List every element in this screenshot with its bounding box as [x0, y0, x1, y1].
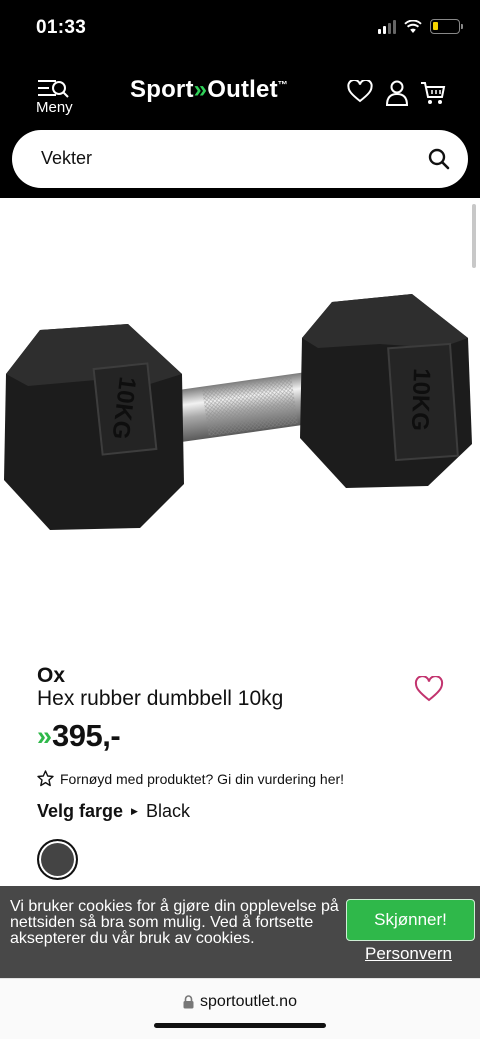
- wifi-icon: [404, 19, 422, 33]
- lock-icon: [183, 995, 194, 1009]
- dumbbell-right-head: 10KG: [300, 294, 472, 488]
- search-input[interactable]: Vekter: [41, 148, 92, 169]
- battery-level: [433, 22, 438, 30]
- site-header: Meny Sport»Outlet™ Vekter: [0, 62, 480, 198]
- search-icon[interactable]: [428, 148, 450, 170]
- user-icon[interactable]: [385, 80, 409, 106]
- logo-arrows: »: [193, 76, 208, 103]
- home-indicator[interactable]: [154, 1023, 326, 1028]
- menu-icon: [38, 80, 69, 98]
- status-icons: [378, 19, 463, 34]
- right-plate-text: 10KG: [406, 368, 435, 432]
- cookie-accept-button[interactable]: Skjønner!: [346, 899, 475, 941]
- color-label: Velg farge: [37, 801, 124, 821]
- menu-button[interactable]: Meny: [36, 78, 84, 118]
- scrollbar[interactable]: [472, 204, 476, 268]
- price-row: » 395,-: [37, 718, 121, 754]
- privacy-link[interactable]: Personvern: [365, 944, 452, 964]
- product-price: 395,-: [52, 718, 121, 753]
- status-time: 01:33: [36, 17, 87, 38]
- cart-icon[interactable]: [420, 80, 446, 106]
- product-title: Hex rubber dumbbell 10kg: [37, 687, 284, 710]
- product-image[interactable]: 10KG 10KG: [0, 198, 480, 658]
- dumbbell-left-head: 10KG: [4, 324, 184, 530]
- status-bar: 01:33: [0, 0, 480, 62]
- review-prompt: Fornøyd med produktet? Gi din vurdering …: [60, 770, 345, 787]
- color-swatch-black[interactable]: [37, 839, 78, 880]
- heart-icon[interactable]: [347, 80, 373, 104]
- cookie-message: Vi bruker cookies for å gjøre din opplev…: [10, 898, 339, 947]
- menu-label: Meny: [36, 99, 73, 116]
- signal-icon: [378, 19, 396, 34]
- product-brand[interactable]: Ox: [37, 664, 65, 688]
- color-value: Black: [145, 801, 190, 821]
- site-logo[interactable]: Sport»Outlet™: [130, 76, 288, 104]
- price-arrows: »: [37, 720, 52, 751]
- browser-url-bar[interactable]: sportoutlet.no: [0, 978, 480, 1039]
- url-text: sportoutlet.no: [200, 993, 297, 1010]
- wishlist-heart-icon[interactable]: [414, 676, 444, 703]
- battery-icon: [430, 19, 463, 34]
- logo-trademark: ™: [277, 80, 288, 91]
- logo-word-outlet: Outlet: [207, 76, 278, 103]
- star-icon: [37, 770, 54, 787]
- search-bar[interactable]: Vekter: [12, 130, 468, 188]
- review-link[interactable]: Fornøyd med produktet? Gi din vurdering …: [37, 770, 344, 787]
- color-selector[interactable]: Velg farge ▶ Black: [37, 801, 190, 822]
- caret-right-icon: ▶: [131, 806, 138, 816]
- logo-word-sport: Sport: [130, 76, 194, 103]
